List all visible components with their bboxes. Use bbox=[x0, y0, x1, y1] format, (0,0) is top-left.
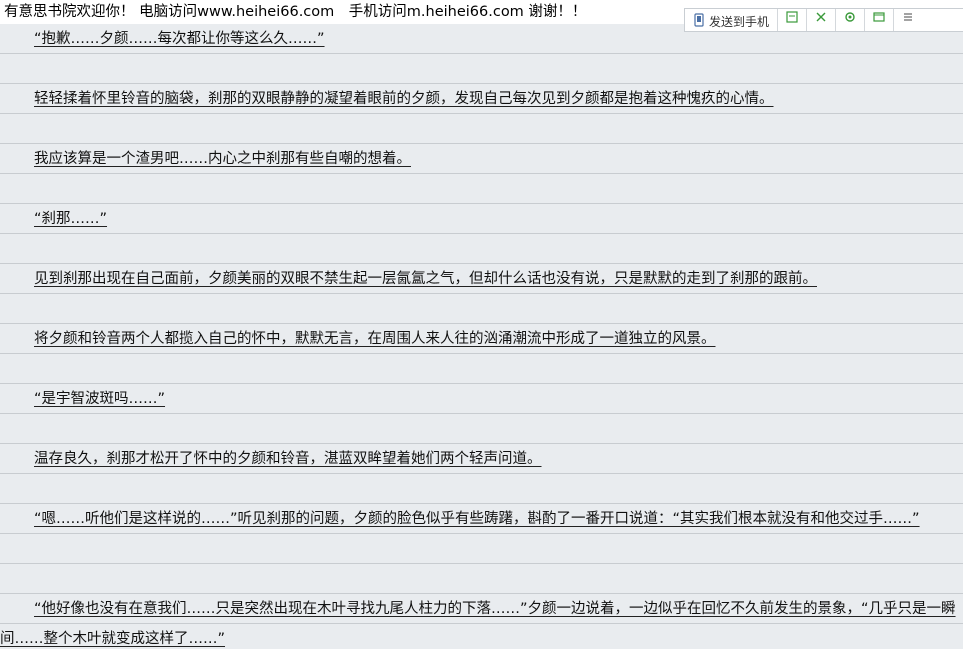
window-icon bbox=[872, 9, 886, 28]
list-button[interactable] bbox=[778, 9, 806, 31]
paragraph-7: “是宇智波斑吗……” bbox=[34, 391, 166, 407]
paragraph-4: “刹那……” bbox=[34, 211, 108, 227]
phone-icon bbox=[693, 12, 705, 30]
reader-toolbar: 发送到手机 bbox=[684, 8, 963, 32]
send-to-phone-button[interactable]: 发送到手机 bbox=[685, 9, 777, 31]
reading-pane: “抱歉……夕颜……每次都让你等这么久……” 轻轻揉着怀里铃音的脑袋，刹那的双眼静… bbox=[0, 0, 963, 649]
close-button[interactable] bbox=[807, 9, 835, 31]
paragraph-5: 见到刹那出现在自己面前，夕颜美丽的双眼不禁生起一层氤氲之气，但却什么话也没有说，… bbox=[34, 271, 817, 287]
list-icon bbox=[785, 9, 799, 28]
paragraph-9: “嗯……听他们是这样说的……”听见刹那的问题，夕颜的脸色似乎有些踌躇，斟酌了一番… bbox=[34, 511, 920, 527]
close-icon bbox=[814, 9, 828, 28]
paragraph-6: 将夕颜和铃音两个人都揽入自己的怀中，默默无言，在周围人来人往的汹涌潮流中形成了一… bbox=[34, 331, 716, 347]
settings-icon bbox=[843, 9, 857, 28]
paragraph-2: 轻轻揉着怀里铃音的脑袋，刹那的双眼静静的凝望着眼前的夕颜，发现自己每次见到夕颜都… bbox=[34, 91, 774, 107]
window-button[interactable] bbox=[865, 9, 893, 31]
paragraph-8: 温存良久，刹那才松开了怀中的夕颜和铃音，湛蓝双眸望着她们两个轻声问道。 bbox=[34, 451, 542, 467]
scroll-icon bbox=[901, 9, 915, 28]
paragraph-3: 我应该算是一个渣男吧……内心之中刹那有些自嘲的想着。 bbox=[34, 151, 411, 167]
paragraph-10: “他好像也没有在意我们……只是突然出现在木叶寻找九尾人柱力的下落……”夕颜一边说… bbox=[0, 601, 956, 647]
settings-button[interactable] bbox=[836, 9, 864, 31]
send-to-phone-label: 发送到手机 bbox=[709, 14, 770, 29]
scroll-button[interactable] bbox=[894, 9, 922, 31]
